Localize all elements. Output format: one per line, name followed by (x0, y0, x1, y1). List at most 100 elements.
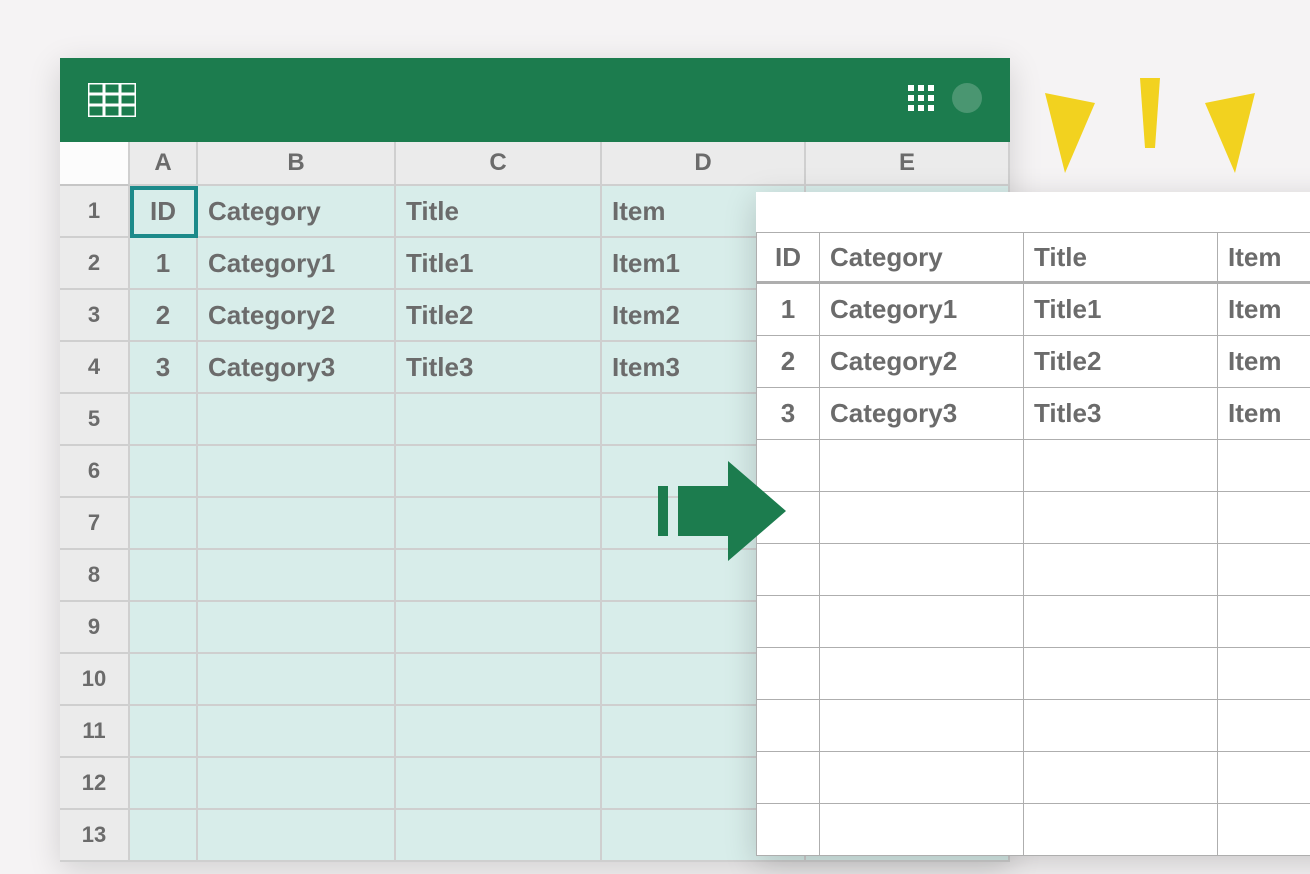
select-all-cell[interactable] (60, 142, 130, 186)
arrow-right-icon (658, 456, 788, 571)
output-cell (1218, 700, 1310, 752)
cell[interactable] (198, 602, 396, 654)
output-cell (1024, 700, 1218, 752)
row-header[interactable]: 3 (60, 290, 130, 342)
cell[interactable] (198, 446, 396, 498)
cell[interactable] (130, 446, 198, 498)
row-header[interactable]: 8 (60, 550, 130, 602)
output-cell: Title2 (1024, 336, 1218, 388)
cell-c2[interactable]: Title1 (396, 238, 602, 290)
cell-b3[interactable]: Category2 (198, 290, 396, 342)
cell-b2[interactable]: Category1 (198, 238, 396, 290)
cell-c4[interactable]: Title3 (396, 342, 602, 394)
output-row: 2 Category2 Title2 Item (756, 336, 1310, 388)
cell[interactable] (396, 706, 602, 758)
output-cell: Category3 (820, 388, 1024, 440)
cell-a1[interactable]: ID (130, 186, 198, 238)
cell-a3[interactable]: 2 (130, 290, 198, 342)
output-row (756, 440, 1310, 492)
row-header[interactable]: 7 (60, 498, 130, 550)
output-header-item: Item (1218, 232, 1310, 284)
cell[interactable] (130, 758, 198, 810)
output-row: 1 Category1 Title1 Item (756, 284, 1310, 336)
cell[interactable] (130, 654, 198, 706)
output-cell: 1 (756, 284, 820, 336)
output-cell (1024, 544, 1218, 596)
cell-a4[interactable]: 3 (130, 342, 198, 394)
output-panel: ID Category Title Item 1 Category1 Title… (756, 192, 1310, 856)
output-cell: Item (1218, 284, 1310, 336)
sparkle-icon (1040, 78, 1260, 183)
row-header[interactable]: 5 (60, 394, 130, 446)
cell[interactable] (198, 706, 396, 758)
column-header-c[interactable]: C (396, 142, 602, 186)
cell[interactable] (396, 810, 602, 862)
column-header-b[interactable]: B (198, 142, 396, 186)
cell[interactable] (198, 654, 396, 706)
output-cell (1024, 596, 1218, 648)
avatar-icon[interactable] (952, 83, 982, 118)
output-cell (1024, 492, 1218, 544)
output-cell: 3 (756, 388, 820, 440)
row-header[interactable]: 13 (60, 810, 130, 862)
output-cell (756, 700, 820, 752)
output-table: ID Category Title Item 1 Category1 Title… (756, 232, 1310, 856)
output-cell (1218, 492, 1310, 544)
output-row (756, 596, 1310, 648)
cell-c1[interactable]: Title (396, 186, 602, 238)
column-header-d[interactable]: D (602, 142, 806, 186)
cell[interactable] (130, 706, 198, 758)
cell[interactable] (396, 602, 602, 654)
cell[interactable] (396, 446, 602, 498)
cell[interactable] (130, 498, 198, 550)
row-header[interactable]: 10 (60, 654, 130, 706)
row-header[interactable]: 4 (60, 342, 130, 394)
output-cell: Category2 (820, 336, 1024, 388)
cell[interactable] (396, 550, 602, 602)
cell[interactable] (130, 810, 198, 862)
row-header[interactable]: 12 (60, 758, 130, 810)
output-cell (1218, 752, 1310, 804)
output-cell: 2 (756, 336, 820, 388)
row-header[interactable]: 2 (60, 238, 130, 290)
row-header[interactable]: 6 (60, 446, 130, 498)
row-header[interactable]: 11 (60, 706, 130, 758)
cell[interactable] (198, 394, 396, 446)
output-cell (756, 596, 820, 648)
cell[interactable] (198, 758, 396, 810)
cell-b4[interactable]: Category3 (198, 342, 396, 394)
cell[interactable] (198, 498, 396, 550)
cell[interactable] (396, 394, 602, 446)
spreadsheet-toolbar (60, 58, 1010, 142)
output-header-category: Category (820, 232, 1024, 284)
output-cell: Title3 (1024, 388, 1218, 440)
row-header[interactable]: 9 (60, 602, 130, 654)
toolbar-right-group (908, 83, 982, 118)
cell-b1[interactable]: Category (198, 186, 396, 238)
cell[interactable] (396, 758, 602, 810)
output-cell (1024, 752, 1218, 804)
column-header-e[interactable]: E (806, 142, 1010, 186)
output-cell (1218, 648, 1310, 700)
output-cell (756, 648, 820, 700)
cell[interactable] (198, 550, 396, 602)
column-header-row: A B C D E (60, 142, 1010, 186)
row-header[interactable]: 1 (60, 186, 130, 238)
cell[interactable] (198, 810, 396, 862)
cell[interactable] (396, 498, 602, 550)
column-header-a[interactable]: A (130, 142, 198, 186)
output-cell (820, 544, 1024, 596)
apps-grid-icon[interactable] (908, 85, 934, 116)
cell[interactable] (396, 654, 602, 706)
cell[interactable] (130, 394, 198, 446)
output-row (756, 752, 1310, 804)
output-row (756, 492, 1310, 544)
output-cell (1218, 544, 1310, 596)
cell[interactable] (130, 550, 198, 602)
cell-a2[interactable]: 1 (130, 238, 198, 290)
output-cell (1024, 648, 1218, 700)
cell-c3[interactable]: Title2 (396, 290, 602, 342)
output-cell (820, 492, 1024, 544)
cell[interactable] (130, 602, 198, 654)
output-cell (1218, 804, 1310, 856)
